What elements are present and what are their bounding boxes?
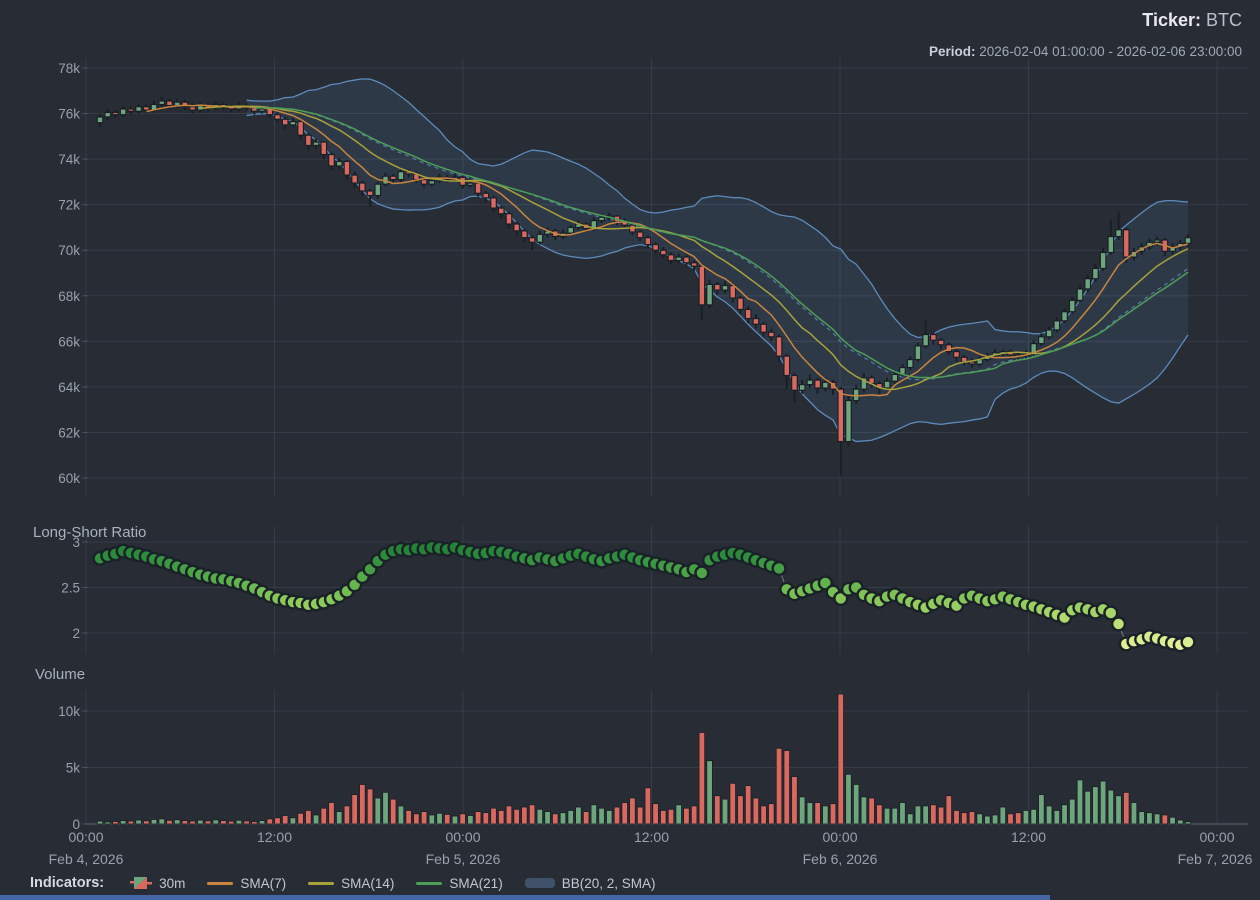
band-swatch-icon <box>525 878 555 888</box>
candlesticks <box>97 96 1191 475</box>
legend-item-bb-20-2-sma-: BB(20, 2, SMA) <box>525 876 656 891</box>
volume-bars <box>97 694 1191 824</box>
volume-panel-title: Volume <box>35 666 85 683</box>
axis-tick-label: 64k <box>58 380 80 395</box>
axis-tick-label: 10k <box>58 704 80 719</box>
legend-item-label: SMA(7) <box>240 876 286 891</box>
legend-item-sma-14-: SMA(14) <box>308 876 394 891</box>
axis-tick-label: 74k <box>58 152 80 167</box>
ticker-value: BTC <box>1206 10 1242 30</box>
legend-item-sma-7-: SMA(7) <box>207 876 286 891</box>
legend-item-label: SMA(14) <box>341 876 394 891</box>
axis-tick-label: 72k <box>58 198 80 213</box>
axis-tick-label: 60k <box>58 471 80 486</box>
line-swatch-icon <box>308 882 334 885</box>
axis-tick-label: 00:00 <box>445 829 480 845</box>
indicators-label: Indicators: <box>30 875 104 891</box>
axis-tick-label: 12:00 <box>1011 829 1046 845</box>
axis-tick-label: Feb 7, 2026 <box>1178 851 1253 867</box>
axis-tick-label: 2.5 <box>61 581 80 596</box>
chart-canvas[interactable]: 78k76k74k72k70k68k66k64k62k60k32.5210k5k… <box>0 0 1260 900</box>
legend-item-label: 30m <box>159 876 185 891</box>
legend-item-30m: 30m <box>130 876 185 891</box>
axis-tick-label: Feb 5, 2026 <box>426 851 501 867</box>
legend-item-label: SMA(21) <box>449 876 502 891</box>
ratio-panel-title: Long-Short Ratio <box>33 524 146 541</box>
line-swatch-icon <box>207 882 233 885</box>
axis-tick-label: 5k <box>66 761 81 776</box>
axis-tick-label: Feb 6, 2026 <box>803 851 878 867</box>
ticker-header: Ticker: BTC <box>1142 10 1242 31</box>
axis-labels: 78k76k74k72k70k68k66k64k62k60k32.5210k5k… <box>49 61 1253 867</box>
period-header: Period: 2026-02-04 01:00:00 - 2026-02-06… <box>929 44 1242 59</box>
axis-tick-label: 2 <box>72 626 80 641</box>
line-swatch-icon <box>416 882 442 885</box>
axis-tick-label: 78k <box>58 61 80 76</box>
bottom-accent-bar <box>0 895 1050 900</box>
indicators-legend: Indicators: 30m SMA(7) SMA(14) SMA(21) BB(20… <box>30 875 655 891</box>
axis-tick-label: 00:00 <box>1199 829 1234 845</box>
legend-item-sma-21-: SMA(21) <box>416 876 502 891</box>
axis-tick-label: 12:00 <box>634 829 669 845</box>
axis-tick-label: 70k <box>58 243 80 258</box>
ticker-label: Ticker: <box>1142 10 1201 30</box>
axis-tick-label: 00:00 <box>68 829 103 845</box>
axis-tick-label: Feb 4, 2026 <box>49 851 124 867</box>
trading-dashboard: 78k76k74k72k70k68k66k64k62k60k32.5210k5k… <box>0 0 1260 900</box>
gridlines <box>86 58 1248 824</box>
axis-tick-label: 68k <box>58 289 80 304</box>
axis-tick-label: 66k <box>58 334 80 349</box>
period-label: Period: <box>929 44 976 59</box>
axis-tick-label: 76k <box>58 107 80 122</box>
ratio-dots <box>94 541 1195 651</box>
candle-swatch-icon <box>130 876 152 890</box>
axis-tick-label: 62k <box>58 425 80 440</box>
legend-item-label: BB(20, 2, SMA) <box>562 876 656 891</box>
axis-tick-label: 12:00 <box>257 829 292 845</box>
period-value: 2026-02-04 01:00:00 - 2026-02-06 23:00:0… <box>979 44 1242 59</box>
axis-tick-label: 00:00 <box>822 829 857 845</box>
